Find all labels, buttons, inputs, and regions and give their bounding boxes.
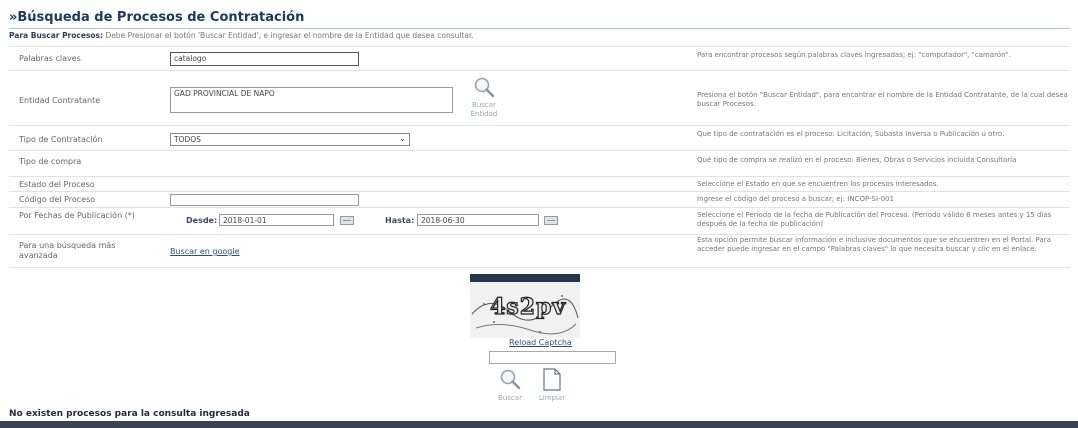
process-code-input[interactable]	[170, 194, 359, 206]
date-to-label: Hasta:	[385, 216, 415, 225]
date-from-input[interactable]: 2018-01-01	[219, 214, 334, 226]
keywords-help: Para encontrar procesos según palabras c…	[697, 51, 1011, 59]
footer-bar	[0, 421, 1078, 428]
keywords-label: Palabras claves	[19, 54, 81, 63]
keywords-row: Palabras claves catalogo Para encontrar …	[9, 46, 1070, 71]
purchase-type-help: Qué tipo de compra se realizó en el proc…	[697, 156, 1017, 164]
calendar-from-icon[interactable]	[340, 216, 354, 225]
process-state-row: Estado del Proceso Seleccione el Estado …	[9, 176, 1070, 192]
entity-label: Entidad Contratante	[19, 96, 101, 105]
process-code-label: Código del Proceso	[19, 195, 96, 204]
process-code-row: Código del Proceso Ingrese el código del…	[9, 191, 1070, 208]
reload-captcha-link[interactable]: Reload Captcha	[509, 338, 572, 347]
purchase-type-label: Tipo de compra	[19, 157, 82, 166]
no-results-message: No existen procesos para la consulta ing…	[9, 409, 250, 419]
advanced-search-label: Para una búsqueda más avanzada	[19, 241, 116, 260]
magnifier-icon	[474, 77, 495, 98]
title-divider	[9, 28, 1070, 29]
search-instructions: Para Buscar Procesos: Debe Presionar el …	[9, 31, 474, 40]
instructions-bold: Para Buscar Procesos:	[9, 31, 104, 40]
entity-help: Presiona el botón "Buscar Entidad", para…	[697, 91, 1068, 108]
captcha-text: 4s2pv	[489, 293, 567, 320]
advanced-search-help: Esta opción permite buscar información e…	[697, 236, 1051, 253]
magnifier-icon	[500, 369, 521, 390]
search-button[interactable]: Buscar	[492, 368, 528, 406]
process-state-label: Estado del Proceso	[19, 180, 95, 189]
advanced-search-row: Para una búsqueda más avanzada Buscar en…	[9, 234, 1070, 268]
chevron-down-icon: ⌄	[399, 134, 406, 143]
contract-type-row: Tipo de Contratación TODOS ⌄ Que tipo de…	[9, 125, 1070, 151]
clear-button[interactable]: Limpiar	[532, 368, 572, 406]
search-entity-label-2: Entidad	[470, 110, 498, 118]
blank-document-icon	[543, 368, 561, 391]
calendar-to-icon[interactable]	[544, 216, 558, 225]
publication-dates-row: Por Fechas de Publicación (*) Desde: 201…	[9, 207, 1070, 235]
contract-type-value: TODOS	[174, 135, 201, 144]
date-to-input[interactable]: 2018-06-30	[417, 214, 539, 226]
date-from-label: Desde:	[186, 216, 218, 225]
page-title: »Búsqueda de Procesos de Contratación	[9, 10, 305, 25]
entity-row: Entidad Contratante GAD PROVINCIAL DE NA…	[9, 70, 1070, 126]
search-entity-button[interactable]: Buscar Entidad	[464, 76, 504, 124]
keywords-input[interactable]: catalogo	[170, 52, 359, 66]
google-search-link[interactable]: Buscar en google	[170, 247, 239, 256]
captcha-input[interactable]	[489, 351, 616, 364]
captcha-image: 4s2pv	[470, 274, 580, 338]
contract-type-select[interactable]: TODOS ⌄	[170, 133, 410, 146]
process-code-help: Ingrese el código del proceso a buscar; …	[697, 195, 894, 203]
instructions-text: Debe Presionar el botón 'Buscar Entidad'…	[103, 31, 474, 40]
entity-textarea[interactable]: GAD PROVINCIAL DE NAPO	[170, 87, 453, 113]
search-entity-label-1: Buscar	[472, 101, 496, 109]
contract-type-help: Que tipo de contratación es el proceso: …	[697, 130, 1005, 138]
publication-dates-label: Por Fechas de Publicación (*)	[19, 211, 135, 220]
clear-button-label: Limpiar	[538, 394, 566, 402]
process-state-help: Seleccione el Estado en que se encuentre…	[697, 180, 939, 188]
contract-type-label: Tipo de Contratación	[19, 135, 103, 144]
search-button-label: Buscar	[498, 394, 522, 402]
purchase-type-row: Tipo de compra Qué tipo de compra se rea…	[9, 150, 1070, 177]
publication-dates-help: Seleccione el Período de la fecha de Pub…	[697, 211, 1052, 228]
